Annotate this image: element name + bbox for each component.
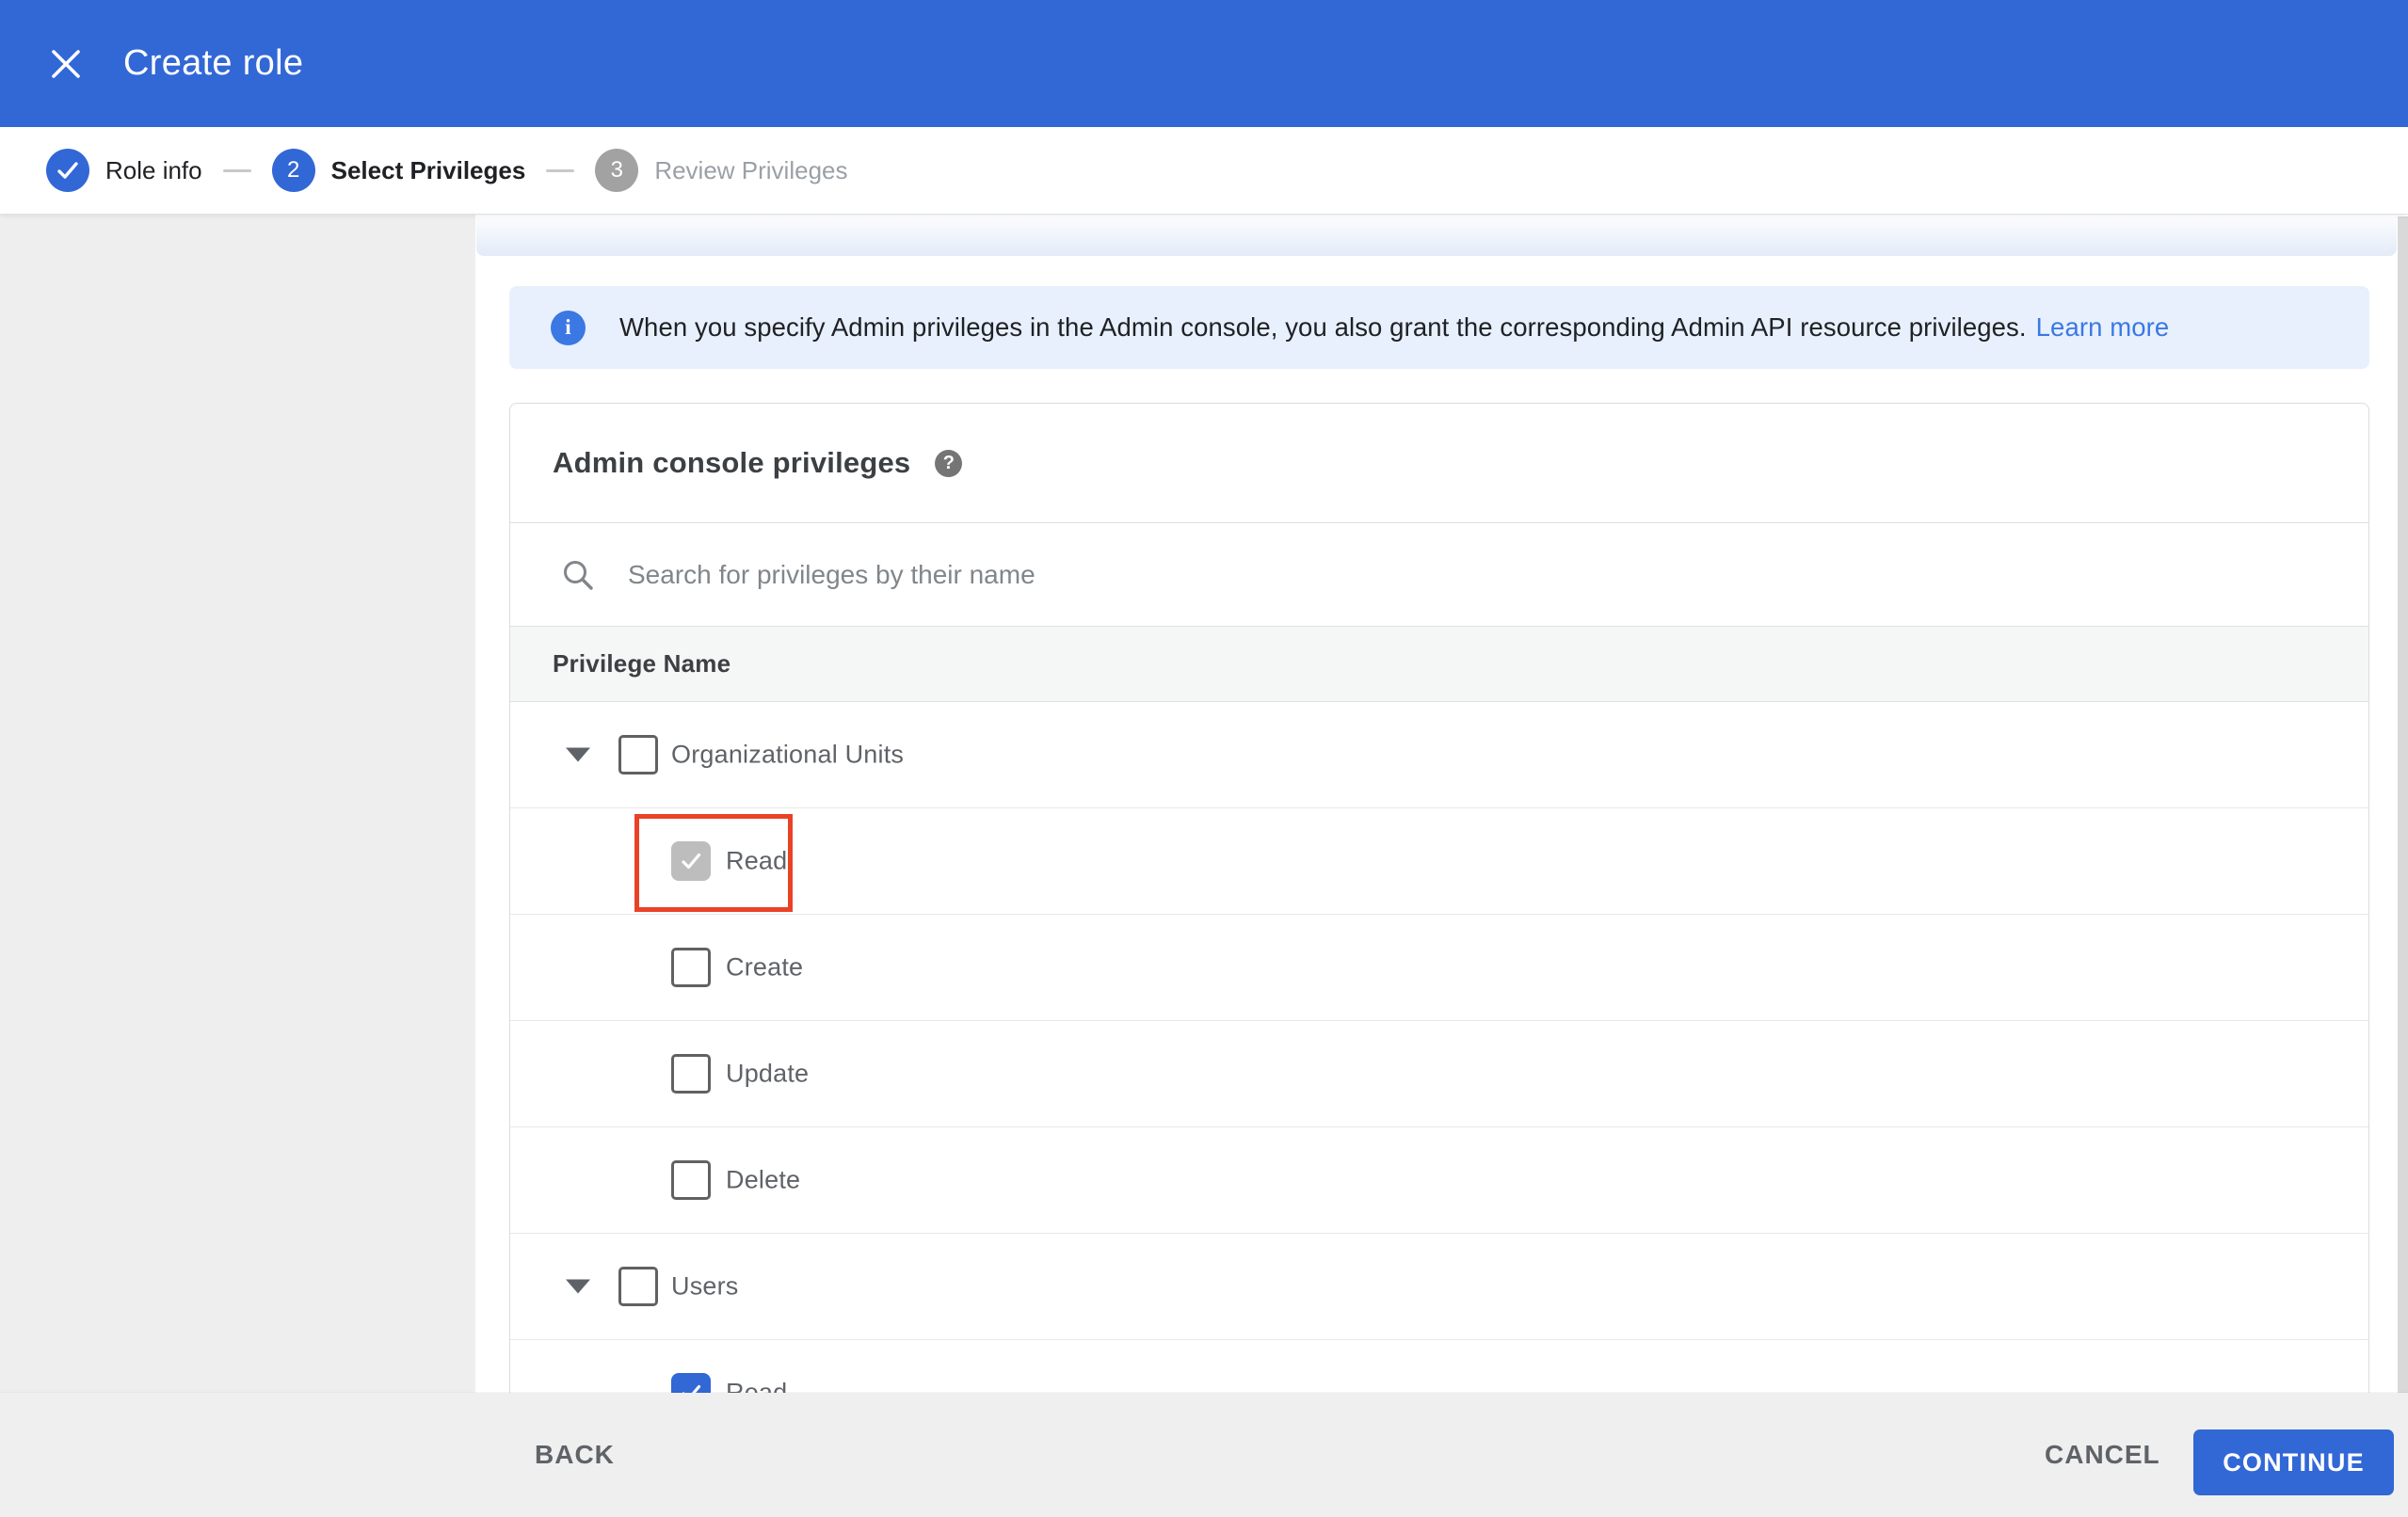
privilege-search-row — [510, 523, 2368, 627]
privilege-row: Users — [510, 1234, 2368, 1340]
stepper: Role info 2 Select Privileges 3 Review P… — [0, 127, 2408, 215]
privilege-row: Read — [510, 808, 2368, 915]
privilege-label: Update — [726, 1059, 810, 1088]
vertical-scrollbar[interactable] — [2398, 216, 2408, 1393]
content-area: i When you specify Admin privileges in t… — [475, 215, 2408, 1393]
step-label: Review Privileges — [654, 155, 848, 184]
scrolled-banner-fragment — [476, 217, 2397, 256]
privilege-checkbox[interactable] — [618, 735, 658, 774]
privilege-label: Users — [671, 1271, 739, 1301]
expander-arrow-icon[interactable] — [566, 747, 590, 762]
privilege-checkbox[interactable] — [618, 1267, 658, 1306]
privilege-label: Delete — [726, 1165, 801, 1194]
back-button[interactable]: BACK — [535, 1393, 615, 1517]
dialog-title: Create role — [123, 43, 304, 83]
privilege-label: Organizational Units — [671, 740, 905, 769]
card-title: Admin console privileges — [553, 446, 911, 479]
privilege-row: Update — [510, 1021, 2368, 1127]
step-label: Role info — [105, 155, 202, 184]
privilege-row: Delete — [510, 1127, 2368, 1234]
help-icon[interactable]: ? — [935, 449, 963, 477]
cancel-button[interactable]: CANCEL — [2045, 1393, 2160, 1517]
privilege-label: Create — [726, 952, 804, 982]
card-header: Admin console privileges ? — [510, 404, 2368, 523]
check-icon — [46, 149, 89, 192]
create-role-dialog: Create role Role info 2 Select Privilege… — [0, 0, 2408, 1517]
privilege-row: Organizational Units — [510, 702, 2368, 808]
step-label: Select Privileges — [330, 155, 526, 184]
left-sidebar — [0, 215, 475, 1393]
info-banner-text: When you specify Admin privileges in the… — [619, 312, 2169, 343]
info-icon: i — [551, 310, 586, 345]
privilege-label: Read — [726, 1378, 788, 1394]
dialog-header: Create role — [0, 0, 2408, 127]
expander-arrow-icon[interactable] — [566, 1279, 590, 1294]
learn-more-link[interactable]: Learn more — [2036, 312, 2170, 342]
privilege-row: Read — [510, 1340, 2368, 1393]
privilege-checkbox[interactable] — [671, 1373, 711, 1393]
step-number: 2 — [271, 149, 315, 192]
step-separator — [222, 168, 251, 172]
continue-button[interactable]: CONTINUE — [2193, 1429, 2394, 1495]
info-banner: i When you specify Admin privileges in t… — [509, 286, 2369, 369]
step-select-privileges[interactable]: 2 Select Privileges — [271, 149, 526, 192]
table-header-label: Privilege Name — [553, 649, 731, 678]
close-icon[interactable] — [45, 0, 87, 127]
privilege-row: Create — [510, 915, 2368, 1021]
admin-privileges-card: Admin console privileges ? Privilege Nam… — [509, 403, 2369, 1393]
footer-bar: BACK CANCEL CONTINUE — [0, 1393, 2408, 1517]
privilege-checkbox[interactable] — [671, 948, 711, 987]
info-banner-message: When you specify Admin privileges in the… — [619, 312, 2027, 342]
privilege-checkbox[interactable] — [671, 1054, 711, 1094]
step-review-privileges[interactable]: 3 Review Privileges — [595, 149, 848, 192]
privilege-search-input[interactable] — [626, 558, 2230, 591]
privilege-checkbox[interactable] — [671, 841, 711, 881]
privilege-checkbox[interactable] — [671, 1160, 711, 1200]
step-number: 3 — [595, 149, 639, 192]
privilege-rows: Organizational Units Read Create Update Dele… — [510, 702, 2368, 1393]
privilege-label: Read — [726, 846, 788, 875]
step-separator — [546, 168, 575, 172]
step-role-info[interactable]: Role info — [46, 149, 202, 192]
search-icon — [560, 557, 596, 593]
close-icon-glyph — [52, 49, 80, 78]
table-header-row: Privilege Name — [510, 627, 2368, 702]
